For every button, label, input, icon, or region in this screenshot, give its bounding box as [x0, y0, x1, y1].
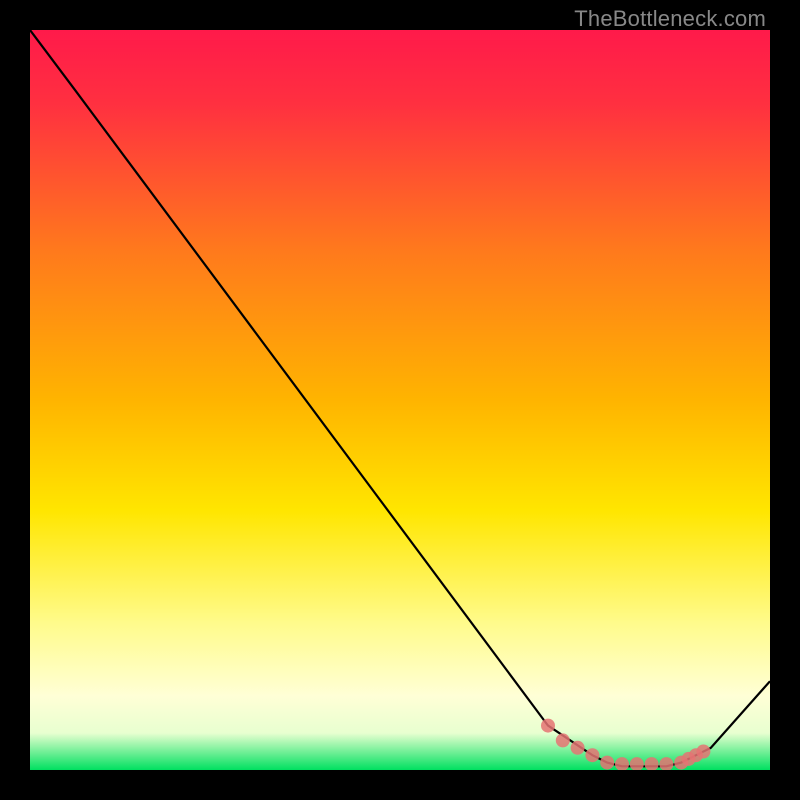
plot-area: [30, 30, 770, 770]
watermark-text: TheBottleneck.com: [574, 6, 766, 32]
marker-dot: [600, 756, 614, 770]
marker-dot: [541, 719, 555, 733]
gradient-background: [30, 30, 770, 770]
marker-dot: [696, 745, 710, 759]
marker-dot: [556, 733, 570, 747]
marker-dot: [571, 741, 585, 755]
marker-dot: [585, 748, 599, 762]
chart-svg: [30, 30, 770, 770]
chart-container: TheBottleneck.com: [0, 0, 800, 800]
